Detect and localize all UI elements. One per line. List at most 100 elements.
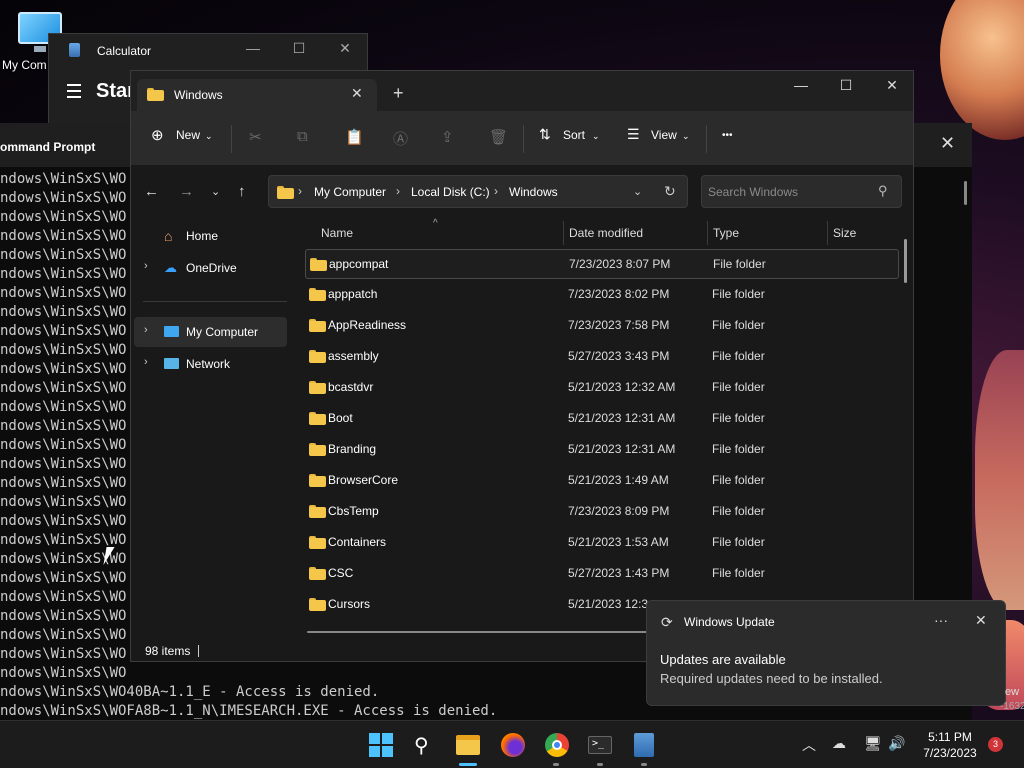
column-name[interactable]: Name <box>321 226 353 240</box>
search-icon[interactable]: ⚲ <box>414 733 438 757</box>
delete-icon[interactable]: 🗑 <box>489 128 508 146</box>
toast-close-button[interactable]: ✕ <box>975 612 987 629</box>
file-date-modified: 5/21/2023 1:49 AM <box>568 473 669 487</box>
file-date-modified: 7/23/2023 8:02 PM <box>568 287 670 301</box>
cmd-line: ndows\WinSxS\WO40BA~1.1_E - Access is de… <box>0 684 380 700</box>
folder-icon <box>147 88 164 101</box>
active-indicator <box>459 763 477 766</box>
nav-item-my-computer[interactable]: › My Computer <box>134 317 287 347</box>
share-icon[interactable]: ⇪ <box>441 128 454 146</box>
calculator-icon[interactable] <box>634 733 654 757</box>
new-button[interactable]: New <box>176 128 200 142</box>
network-icon[interactable]: 🖥 <box>864 735 882 752</box>
address-history-chevron-icon[interactable]: ⌄ <box>633 185 642 198</box>
file-type: File folder <box>712 535 765 549</box>
file-type: File folder <box>712 473 765 487</box>
nav-item-onedrive[interactable]: › ☁ OneDrive <box>134 253 287 283</box>
file-name: bcastdvr <box>328 380 374 394</box>
cut-icon[interactable]: ✂ <box>249 128 262 146</box>
volume-icon[interactable]: 🔊 <box>888 735 905 752</box>
new-tab-button[interactable]: + <box>393 83 404 104</box>
file-name: appcompat <box>329 257 389 271</box>
back-arrow-icon[interactable]: ← <box>144 183 159 200</box>
file-row[interactable]: AppReadiness 7/23/2023 7:58 PM File folder <box>305 311 899 341</box>
file-row[interactable]: apppatch 7/23/2023 8:02 PM File folder <box>305 280 899 310</box>
refresh-icon: ⟳ <box>661 614 673 630</box>
search-input[interactable] <box>708 182 868 202</box>
folder-icon <box>309 598 326 611</box>
file-row[interactable]: CbsTemp 7/23/2023 8:09 PM File folder <box>305 497 899 527</box>
clock-date: 7/23/2023 <box>923 746 977 760</box>
nav-label: Home <box>186 229 219 243</box>
scrollbar-thumb[interactable] <box>307 631 647 633</box>
terminal-icon[interactable]: >_ <box>588 736 612 754</box>
recent-locations-chevron-icon[interactable]: ⌄ <box>211 185 220 198</box>
close-tab-button[interactable]: ✕ <box>351 85 363 102</box>
file-explorer-icon[interactable] <box>456 735 480 755</box>
file-date-modified: 5/27/2023 1:43 PM <box>568 566 670 580</box>
rename-icon[interactable]: Ⓐ <box>393 128 408 149</box>
maximize-button[interactable]: ☐ <box>289 40 309 57</box>
search-box[interactable]: ⚲ <box>701 175 902 208</box>
item-count: 98 items <box>145 644 191 658</box>
computer-icon <box>164 326 179 337</box>
edge-text: ew <box>1005 686 1020 698</box>
up-arrow-icon[interactable]: ↑ <box>238 183 246 200</box>
file-row[interactable]: BrowserCore 5/21/2023 1:49 AM File folder <box>305 466 899 496</box>
folder-icon <box>277 186 294 199</box>
notification-toast[interactable]: ⟳ Windows Update ··· ✕ Updates are avail… <box>646 600 1006 706</box>
file-name: Boot <box>328 411 353 425</box>
file-date-modified: 5/21/2023 12:31 AM <box>568 442 676 456</box>
forward-arrow-icon[interactable]: → <box>179 183 194 200</box>
file-row[interactable]: Branding 5/21/2023 12:31 AM File folder <box>305 435 899 465</box>
file-row[interactable]: CSC 5/27/2023 1:43 PM File folder <box>305 559 899 589</box>
view-button[interactable]: View <box>651 128 677 142</box>
cloud-offline-icon[interactable]: ☁ <box>832 735 846 752</box>
sort-button[interactable]: Sort <box>563 128 585 142</box>
close-button[interactable]: ✕ <box>335 40 355 57</box>
file-row[interactable]: Containers 5/21/2023 1:53 AM File folder <box>305 528 899 558</box>
file-type: File folder <box>713 257 766 271</box>
file-name: Containers <box>328 535 387 549</box>
minimize-button[interactable]: — <box>243 40 263 56</box>
breadcrumb-windows[interactable]: Windows <box>509 185 558 199</box>
nav-item-home[interactable]: ⌂ Home <box>134 221 287 251</box>
tab-windows[interactable]: Windows ✕ <box>137 79 377 111</box>
chevron-down-icon: ⌄ <box>682 131 690 141</box>
column-type[interactable]: Type <box>713 226 739 240</box>
file-row[interactable]: Boot 5/21/2023 12:31 AM File folder <box>305 404 899 434</box>
breadcrumb-local-disk[interactable]: Local Disk (C:) <box>411 185 490 199</box>
file-type: File folder <box>712 504 765 518</box>
file-explorer-window[interactable]: Windows ✕ + — ☐ ✕ ⊕ New ⌄ ✂ ⧉ 📋 Ⓐ ⇪ 🗑 ⇅ … <box>130 70 914 662</box>
breadcrumb-my-computer[interactable]: My Computer <box>314 185 386 199</box>
chevron-right-icon[interactable]: › <box>144 356 148 368</box>
minimize-button[interactable]: — <box>786 77 816 93</box>
paste-icon[interactable]: 📋 <box>345 128 364 146</box>
column-size[interactable]: Size <box>833 226 856 240</box>
firefox-icon[interactable] <box>501 733 525 757</box>
chevron-right-icon[interactable]: › <box>144 324 148 336</box>
wallpaper-flower <box>940 0 1024 140</box>
notification-badge[interactable]: 3 <box>988 737 1003 752</box>
maximize-button[interactable]: ☐ <box>831 77 861 94</box>
more-options-button[interactable]: ••• <box>722 130 733 141</box>
chevron-up-icon[interactable]: ︿ <box>802 735 816 755</box>
file-row[interactable]: assembly 5/27/2023 3:43 PM File folder <box>305 342 899 372</box>
chrome-icon[interactable] <box>545 733 569 757</box>
close-button[interactable]: ✕ <box>940 133 955 154</box>
chevron-right-icon[interactable]: › <box>144 260 148 272</box>
nav-item-network[interactable]: › Network <box>134 349 287 379</box>
toast-more-button[interactable]: ··· <box>934 612 948 628</box>
clock[interactable]: 5:11 PM 7/23/2023 <box>910 729 990 761</box>
address-bar[interactable]: › My Computer › Local Disk (C:) › Window… <box>268 175 688 208</box>
copy-icon[interactable]: ⧉ <box>297 128 308 145</box>
scrollbar-thumb[interactable] <box>964 181 967 205</box>
start-button[interactable] <box>369 733 393 757</box>
column-date-modified[interactable]: Date modified <box>569 226 643 240</box>
file-row[interactable]: appcompat 7/23/2023 8:07 PM File folder <box>305 249 899 279</box>
refresh-icon[interactable]: ↻ <box>664 183 676 200</box>
scrollbar-thumb[interactable] <box>904 239 907 283</box>
close-button[interactable]: ✕ <box>877 77 907 94</box>
file-row[interactable]: bcastdvr 5/21/2023 12:32 AM File folder <box>305 373 899 403</box>
hamburger-menu-icon[interactable] <box>67 84 81 102</box>
